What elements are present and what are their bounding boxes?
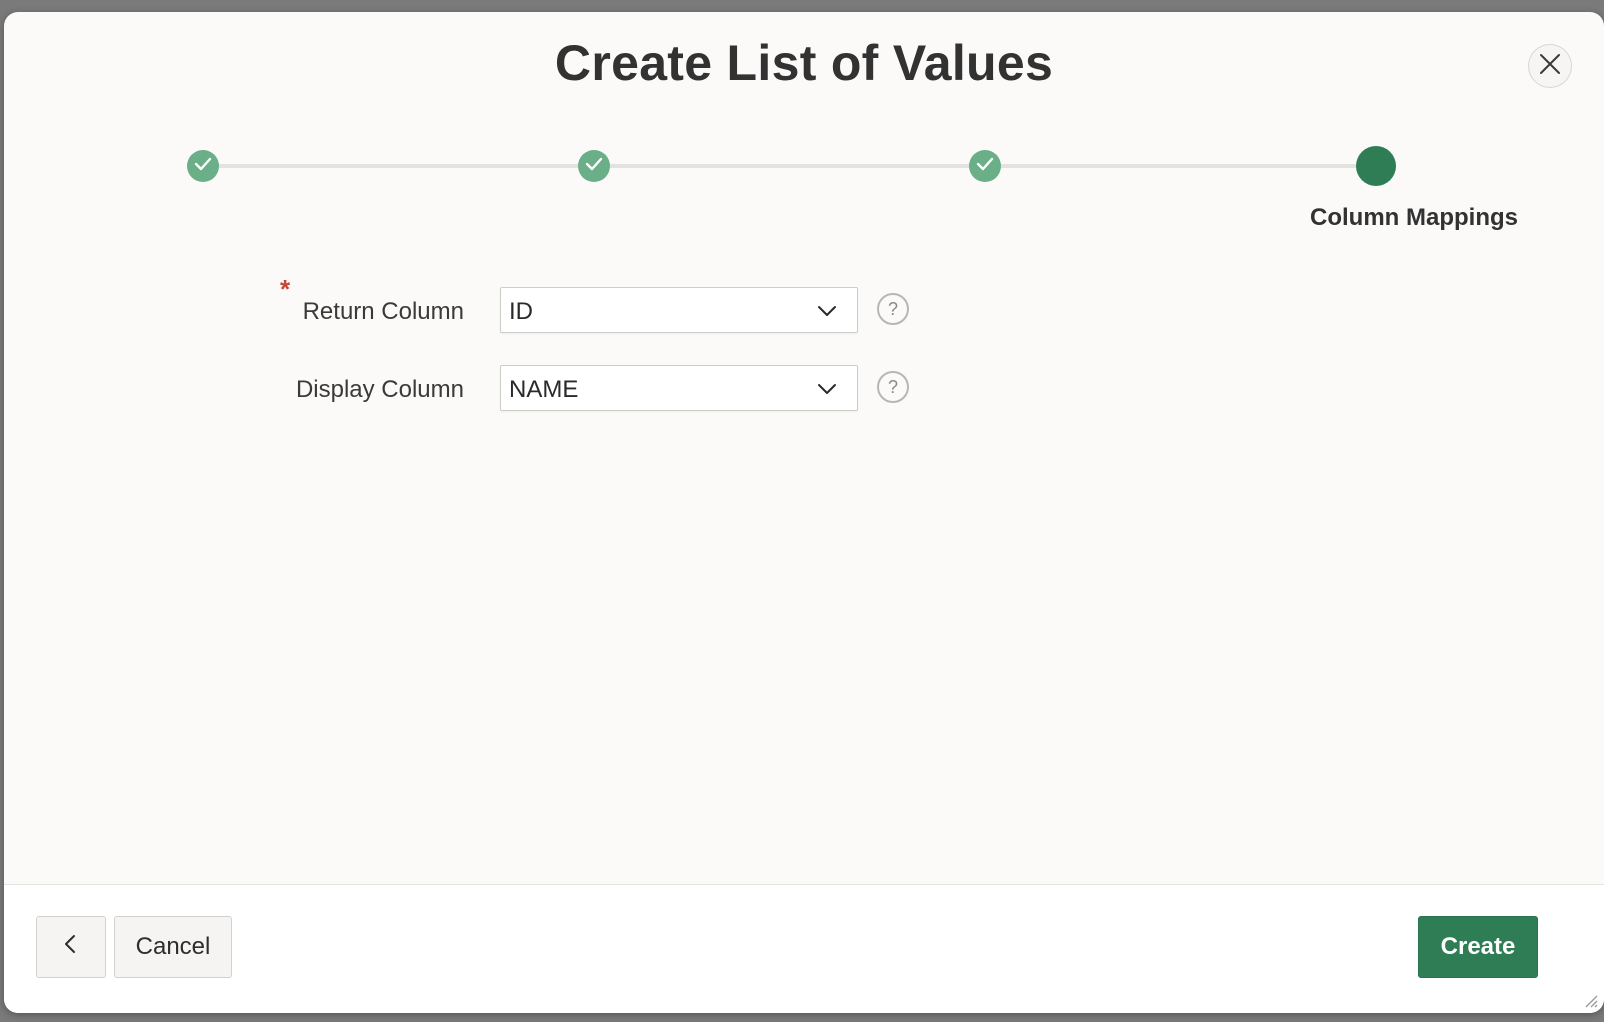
create-button[interactable]: Create: [1418, 916, 1538, 978]
wizard-track: [997, 164, 1388, 168]
return-column-label: Return Column: [302, 298, 464, 325]
wizard-step-2-completed: [578, 150, 610, 182]
return-column-select[interactable]: ID: [500, 287, 858, 333]
return-column-help-icon[interactable]: ?: [877, 293, 909, 325]
wizard-step-1-completed: [187, 150, 219, 182]
return-column-value: ID: [509, 298, 533, 325]
dialog-footer: Cancel Create: [4, 884, 1604, 1013]
cancel-button[interactable]: Cancel: [114, 916, 232, 978]
wizard-current-step-label: Column Mappings: [1310, 204, 1518, 231]
chevron-left-icon: [62, 933, 80, 961]
display-column-value: NAME: [509, 376, 579, 403]
wizard-track: [215, 164, 606, 168]
check-icon: [975, 154, 995, 179]
previous-button[interactable]: [36, 916, 106, 978]
display-column-label: Display Column: [295, 376, 464, 403]
check-icon: [584, 154, 604, 179]
display-column-select[interactable]: NAME: [500, 365, 858, 411]
chevron-down-icon: [817, 379, 837, 404]
create-lov-dialog: Create List of Values Column Mappings * …: [4, 12, 1604, 1013]
resize-grip-icon[interactable]: [1582, 992, 1598, 1008]
wizard-track: [606, 164, 997, 168]
display-column-help-icon[interactable]: ?: [877, 371, 909, 403]
close-button[interactable]: [1528, 44, 1572, 88]
wizard-step-3-completed: [969, 150, 1001, 182]
check-icon: [193, 154, 213, 179]
close-icon: [1539, 53, 1561, 80]
chevron-down-icon: [817, 301, 837, 326]
dialog-title: Create List of Values: [554, 35, 1054, 91]
wizard-step-4-current: [1356, 146, 1396, 186]
